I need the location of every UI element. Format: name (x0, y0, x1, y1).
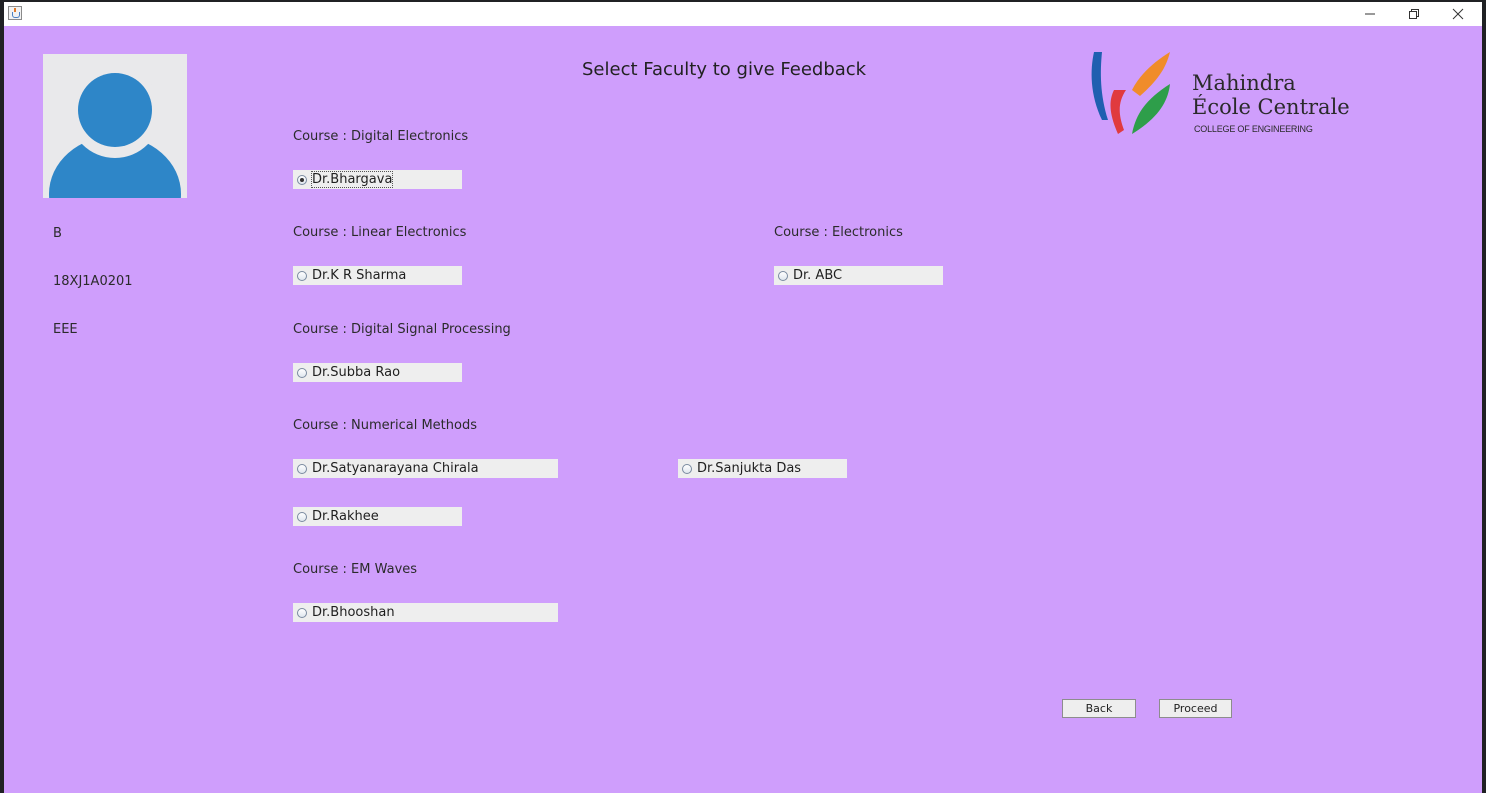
feedback-window: B 18XJ1A0201 EEE Select Faculty to give … (4, 2, 1482, 793)
radio-label: Dr. ABC (793, 268, 843, 283)
radio-dr-bhooshan[interactable]: Dr.Bhooshan (293, 603, 558, 622)
radio-label: Dr.Satyanarayana Chirala (312, 461, 479, 476)
student-branch: EEE (53, 322, 78, 337)
course-label-linear-electronics: Course : Linear Electronics (293, 225, 467, 240)
maximize-icon (1409, 9, 1419, 19)
logo-line2: École Centrale (1192, 95, 1350, 119)
college-logo: Mahindra École Centrale COLLEGE OF ENGIN… (1088, 50, 1350, 140)
radio-dr-subba-rao[interactable]: Dr.Subba Rao (293, 363, 462, 382)
logo-line1: Mahindra (1192, 71, 1296, 95)
back-button[interactable]: Back (1062, 699, 1136, 718)
minimize-button[interactable] (1347, 2, 1393, 26)
radio-dr-satyanarayana-chirala[interactable]: Dr.Satyanarayana Chirala (293, 459, 558, 478)
radio-selected-icon (297, 174, 307, 185)
student-name: B (53, 226, 62, 241)
user-avatar-icon (49, 66, 181, 198)
logo-line3: COLLEGE OF ENGINEERING (1194, 124, 1313, 134)
close-button[interactable] (1435, 2, 1481, 26)
radio-label: Dr.Subba Rao (312, 365, 401, 380)
avatar (43, 54, 187, 198)
radio-dr-bhargava[interactable]: Dr.Bhargava (293, 170, 462, 189)
student-roll-number: 18XJ1A0201 (53, 274, 133, 289)
radio-unselected-icon (297, 511, 307, 522)
radio-unselected-icon (297, 367, 307, 378)
radio-dr-rakhee[interactable]: Dr.Rakhee (293, 507, 462, 526)
radio-unselected-icon (297, 270, 307, 281)
radio-label: Dr.Bhargava (310, 171, 394, 188)
radio-dr-k-r-sharma[interactable]: Dr.K R Sharma (293, 266, 462, 285)
radio-label: Dr.Bhooshan (312, 605, 395, 620)
radio-label: Dr.Sanjukta Das (697, 461, 802, 476)
college-logo-mark (1091, 52, 1170, 134)
title-bar (4, 2, 1482, 26)
radio-label: Dr.Rakhee (312, 509, 379, 524)
radio-unselected-icon (297, 607, 307, 618)
radio-dr-sanjukta-das[interactable]: Dr.Sanjukta Das (678, 459, 847, 478)
java-cup-icon (8, 6, 22, 20)
course-label-electronics: Course : Electronics (774, 225, 903, 240)
course-label-digital-signal-processing: Course : Digital Signal Processing (293, 322, 511, 337)
close-icon (1452, 8, 1464, 20)
proceed-button[interactable]: Proceed (1159, 699, 1232, 718)
minimize-icon (1365, 13, 1375, 15)
page-title: Select Faculty to give Feedback (582, 59, 867, 80)
radio-unselected-icon (297, 463, 307, 474)
radio-unselected-icon (682, 463, 692, 474)
course-label-em-waves: Course : EM Waves (293, 562, 418, 577)
maximize-button[interactable] (1391, 2, 1437, 26)
radio-label: Dr.K R Sharma (312, 268, 407, 283)
course-label-digital-electronics: Course : Digital Electronics (293, 129, 469, 144)
radio-unselected-icon (778, 270, 788, 281)
radio-dr-abc[interactable]: Dr. ABC (774, 266, 943, 285)
course-label-numerical-methods: Course : Numerical Methods (293, 418, 477, 433)
